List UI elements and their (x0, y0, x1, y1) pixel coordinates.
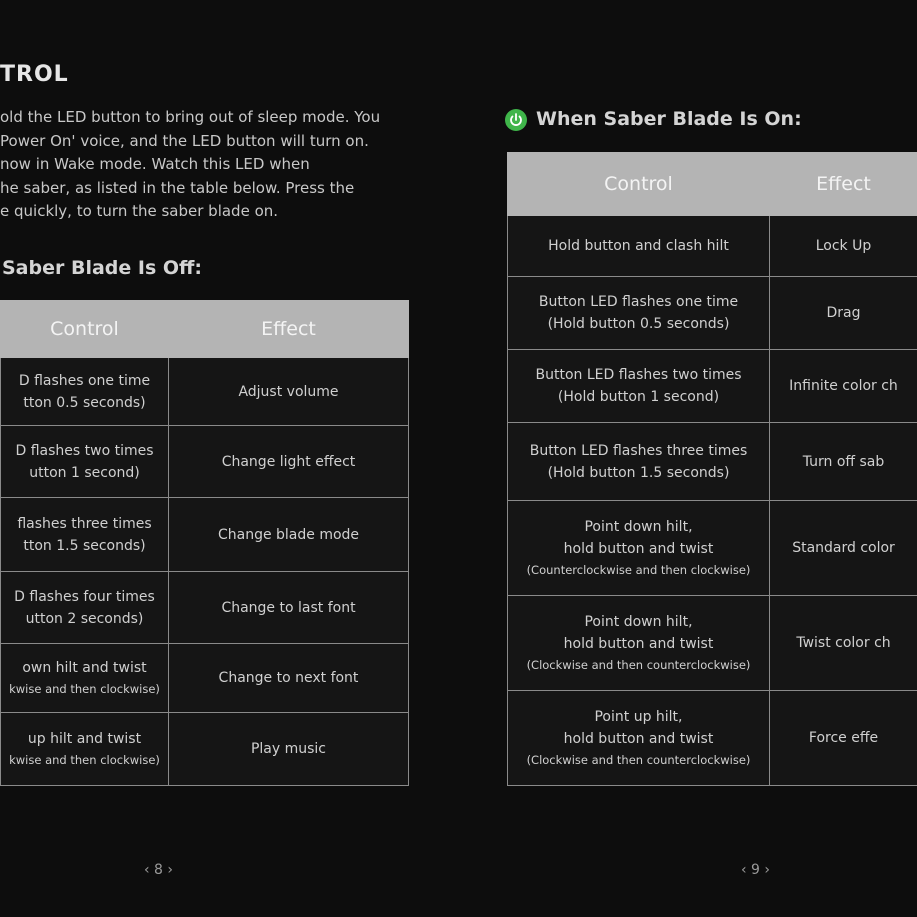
page-number: ‹ 8 › (144, 862, 174, 878)
blade-on-subtitle: When Saber Blade Is On: (536, 108, 802, 130)
blade-off-subtitle: Saber Blade Is Off: (2, 257, 203, 279)
control-text: tton 0.5 seconds) (23, 394, 146, 411)
control-cell: up hilt and twist kwise and then clockwis… (0, 712, 169, 786)
table-row: Button LED flashes two times (Hold button… (507, 349, 917, 423)
paragraph-line: e quickly, to turn the saber blade on. (0, 202, 279, 221)
effect-cell: Twist color ch (769, 595, 917, 691)
effect-cell: Change blade mode (168, 497, 409, 572)
table-row: Button LED flashes three times (Hold butt… (507, 422, 917, 501)
blade-on-table: Control Effect Hold button and clash hilt… (507, 152, 917, 786)
control-text: (Hold button 0.5 seconds) (547, 316, 730, 332)
control-cell: Button LED flashes two times (Hold button… (507, 349, 770, 423)
effect-cell: Infinite color ch (769, 349, 917, 423)
control-text: Button LED flashes three times (529, 442, 748, 459)
control-cell: Point down hilt, hold button and twist (Cl… (507, 595, 770, 691)
control-cell: flashes three times tton 1.5 seconds) (0, 497, 169, 572)
control-cell: D flashes one time tton 0.5 seconds) (0, 357, 169, 426)
page-number: ‹ 9 › (741, 862, 771, 878)
paragraph-line: Power On' voice, and the LED button will… (0, 131, 369, 150)
control-text: Button LED flashes two times (535, 367, 742, 383)
paragraph-line: old the LED button to bring out of sleep… (0, 108, 381, 126)
control-text: D flashes one time (18, 372, 151, 389)
effect-cell: Change light effect (168, 425, 409, 498)
effect-cell: Change to next font (168, 643, 409, 713)
control-text: D flashes four times (14, 588, 155, 605)
effect-cell: Turn off sab (769, 422, 917, 501)
control-text: Point down hilt, (584, 519, 693, 535)
effect-cell: Play music (168, 712, 409, 786)
control-text: kwise and then clockwise) (9, 753, 160, 767)
effect-cell: Standard color (769, 500, 917, 596)
control-text: Hold button and clash hilt (548, 238, 729, 254)
control-text: Button LED flashes one time (538, 294, 739, 310)
control-text: own hilt and twist (22, 660, 147, 676)
control-text: utton 1 second) (29, 464, 140, 481)
control-text: (Hold button 1 second) (557, 389, 720, 405)
control-cell: Point down hilt, hold button and twist (Co… (507, 500, 770, 596)
control-text: hold button and twist (563, 541, 714, 557)
control-text: hold button and twist (563, 636, 714, 652)
paragraph-line: he saber, as listed in the table below. … (0, 178, 355, 197)
control-text: up hilt and twist (27, 731, 142, 747)
control-cell: Button LED flashes three times (Hold butt… (507, 422, 770, 501)
table-row: up hilt and twist kwise and then clockwis… (0, 712, 409, 786)
table-row: D flashes four times utton 2 seconds) Chan… (0, 571, 409, 644)
control-cell: D flashes four times utton 2 seconds) (0, 571, 169, 644)
table-row: D flashes one time tton 0.5 seconds) Adjus… (0, 357, 409, 426)
table-row: Hold button and clash hilt Lock Up (507, 215, 917, 277)
paragraph-line: now in Wake mode. Watch this LED when (0, 155, 310, 174)
control-cell: Point up hilt, hold button and twist (Cloc… (507, 690, 770, 786)
table-row: D flashes two times utton 1 second) Change… (0, 425, 409, 498)
control-text: (Hold button 1.5 seconds) (547, 464, 730, 481)
header-control: Control (507, 152, 770, 216)
table-row: own hilt and twist kwise and then clockwi… (0, 643, 409, 713)
header-effect: Effect (769, 152, 917, 216)
control-text: flashes three times (17, 515, 152, 532)
control-text: hold button and twist (563, 731, 714, 747)
control-cell: Button LED flashes one time (Hold button … (507, 276, 770, 350)
effect-cell: Adjust volume (168, 357, 409, 426)
power-icon (505, 109, 527, 131)
control-text: Point down hilt, (584, 614, 693, 630)
table-row: Point down hilt, hold button and twist (Cl… (507, 595, 917, 691)
section-title: TROL (0, 62, 69, 87)
control-text: (Counterclockwise and then clockwise) (526, 563, 751, 577)
control-cell: own hilt and twist kwise and then clockwi… (0, 643, 169, 713)
control-text: tton 1.5 seconds) (23, 537, 146, 554)
effect-cell: Force effe (769, 690, 917, 786)
control-text: D flashes two times (15, 442, 154, 459)
intro-paragraph: old the LED button to bring out of sleep… (0, 106, 380, 224)
header-effect: Effect (168, 300, 409, 358)
table-row: Point down hilt, hold button and twist (Co… (507, 500, 917, 596)
blade-off-table: Control Effect D flashes one time tton 0.5… (0, 300, 409, 786)
control-cell: D flashes two times utton 1 second) (0, 425, 169, 498)
table-row: Button LED flashes one time (Hold button … (507, 276, 917, 350)
effect-cell: Lock Up (769, 215, 917, 277)
control-text: kwise and then clockwise) (9, 682, 160, 696)
control-text: (Clockwise and then counterclockwise) (526, 753, 751, 767)
control-text: Point up hilt, (594, 709, 683, 725)
table-row: flashes three times tton 1.5 seconds) Chan… (0, 497, 409, 572)
effect-cell: Drag (769, 276, 917, 350)
control-cell: Hold button and clash hilt (507, 215, 770, 277)
effect-cell: Change to last font (168, 571, 409, 644)
header-control: Control (0, 300, 169, 358)
control-text: utton 2 seconds) (25, 610, 144, 627)
table-row: Point up hilt, hold button and twist (Cloc… (507, 690, 917, 786)
control-text: (Clockwise and then counterclockwise) (526, 658, 751, 672)
